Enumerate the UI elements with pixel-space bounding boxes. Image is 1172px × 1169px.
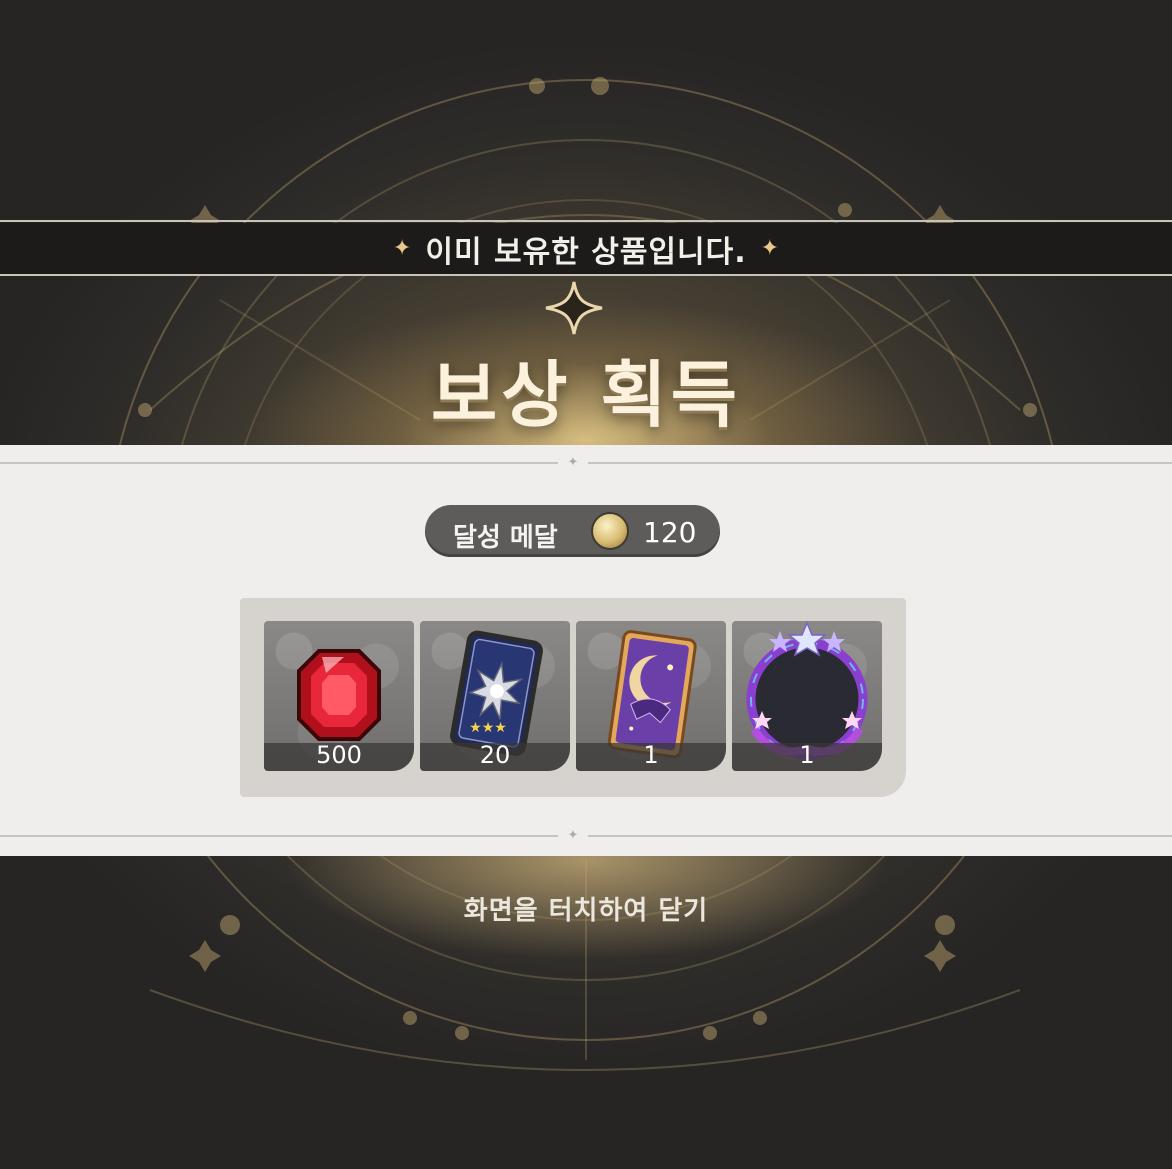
medal-count: 120 [643,516,697,549]
reward-item-red-gem[interactable]: 500 [264,621,414,771]
tap-to-close-hint[interactable]: 화면을 터치하여 닫기 [0,890,1172,927]
reward-tray: 500 ★★★ 20 1 1 [240,598,906,797]
divider-top: ✦ [0,456,1172,470]
reward-panel: ✦ 달성 메달 120 500 ★★★ 20 1 1 ✦ [0,445,1172,856]
already-owned-banner: ✦ 이미 보유한 상품입니다. ✦ [0,223,1172,274]
sparkle-icon: ✦ [760,236,780,261]
reward-quantity: 500 [316,741,362,769]
reward-title: 보상 획득 [430,353,742,437]
sparkle-icon: ✦ [392,236,412,261]
four-point-star-icon [545,281,603,335]
reward-item-star-card[interactable]: ★★★ 20 [420,621,570,771]
divider-diamond-icon: ✦ [567,455,579,470]
reward-quantity: 20 [479,741,511,769]
medal-label: 달성 메달 [453,523,558,553]
already-owned-notice: 이미 보유한 상품입니다. [425,234,747,270]
divider-bottom: ✦ [0,829,1172,843]
svg-text:★★★: ★★★ [469,720,507,736]
reward-quantity: 1 [799,741,815,769]
achievement-medal-badge: 달성 메달 120 [425,505,720,557]
banner-bottom-line [0,274,1172,276]
reward-item-profile-frame[interactable]: 1 [732,621,882,771]
banner-top-line [0,220,1172,222]
reward-item-moon-card[interactable]: 1 [576,621,726,771]
reward-quantity: 1 [643,741,659,769]
medal-icon [591,512,629,550]
divider-diamond-icon: ✦ [567,828,579,843]
